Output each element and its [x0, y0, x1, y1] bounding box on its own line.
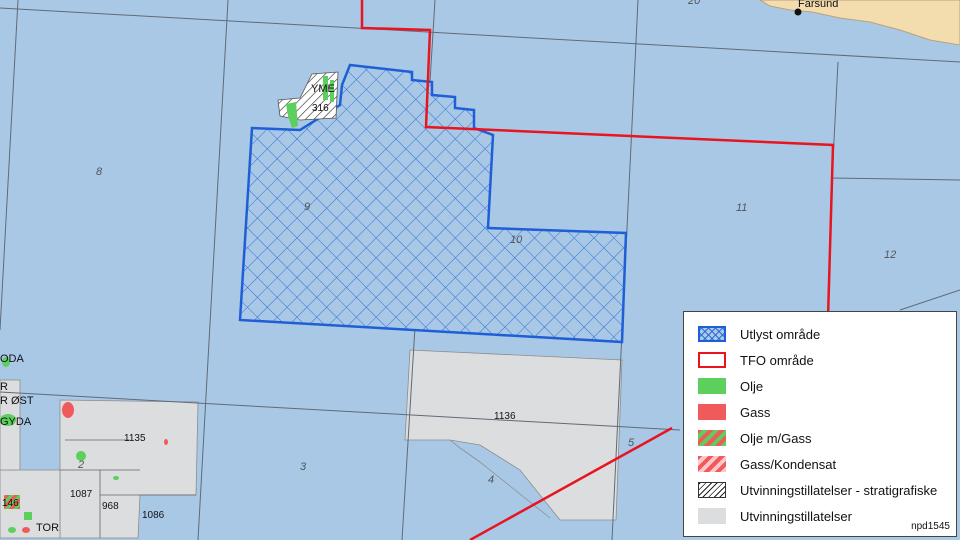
quadrant-label-2: 2	[77, 459, 84, 471]
crosshatch-blue-swatch	[698, 326, 726, 342]
licence-label-1136: 1136	[494, 411, 516, 422]
green-fill-swatch	[698, 378, 726, 394]
field-label-r-ost: R ØST	[0, 395, 34, 407]
legend-label: Olje	[740, 378, 764, 394]
licence-label-968: 968	[102, 501, 119, 512]
legend-item-stratigraphic-licences: Utvinningstillatelser - stratigrafiske	[698, 480, 937, 500]
red-fill-swatch	[698, 404, 726, 420]
quadrant-label-12: 12	[884, 249, 896, 261]
licence-label-146: 146	[2, 498, 19, 509]
grey-fill-swatch	[698, 508, 726, 524]
field-label-yme: YME	[311, 83, 335, 95]
legend-item-gas-condensate: Gass/Kondensat	[698, 454, 836, 474]
licence-label-1086: 1086	[142, 510, 165, 521]
map-reference-id: npd1545	[911, 521, 950, 532]
licence-316-area	[277, 71, 339, 121]
field-label-oda: ODA	[0, 353, 25, 365]
field-label-tor: TOR	[36, 522, 59, 534]
legend-label: Gass	[740, 404, 771, 420]
quadrant-label-3: 3	[300, 461, 307, 473]
place-label-farsund: Farsund	[798, 0, 838, 10]
red-outline-swatch	[698, 352, 726, 368]
quadrant-label-9: 9	[304, 201, 310, 213]
legend-label: Utvinningstillatelser - stratigrafiske	[740, 482, 938, 498]
legend-item-announced-area: Utlyst område	[698, 324, 820, 344]
licence-label-316: 316	[312, 103, 329, 114]
quadrant-label-10: 10	[510, 234, 523, 246]
licence-label-1135: 1135	[124, 433, 146, 444]
field-label-r: R	[0, 381, 8, 393]
quadrant-label-4: 4	[488, 474, 494, 486]
licence-label-1087: 1087	[70, 489, 93, 500]
legend-item-tfo-area: TFO område	[698, 350, 814, 370]
field-label-gyda: GYDA	[0, 416, 32, 428]
licence-areas	[0, 349, 623, 539]
legend-label: Olje m/Gass	[740, 430, 812, 446]
quadrant-label-5: 5	[628, 437, 635, 449]
quadrant-label-20: 20	[687, 0, 701, 7]
legend-label: Gass/Kondensat	[740, 456, 837, 472]
red-pink-stripes-swatch	[698, 456, 726, 472]
legend-item-oil: Olje	[698, 376, 763, 396]
quadrant-label-8: 8	[96, 166, 103, 178]
legend-item-licences: Utvinningstillatelser	[698, 506, 852, 526]
quadrant-label-11: 11	[736, 202, 747, 214]
legend-item-oil-gas: Olje m/Gass	[698, 428, 812, 448]
green-red-stripes-swatch	[698, 430, 726, 446]
legend-label: Utlyst område	[740, 326, 821, 342]
map-legend: Utlyst område TFO område Olje Gass Olje …	[683, 311, 957, 537]
land-norway	[759, 0, 960, 46]
legend-label: TFO område	[740, 352, 814, 368]
black-hatch-swatch	[698, 482, 726, 498]
legend-label: Utvinningstillatelser	[740, 508, 852, 524]
legend-item-gas: Gass	[698, 402, 770, 422]
